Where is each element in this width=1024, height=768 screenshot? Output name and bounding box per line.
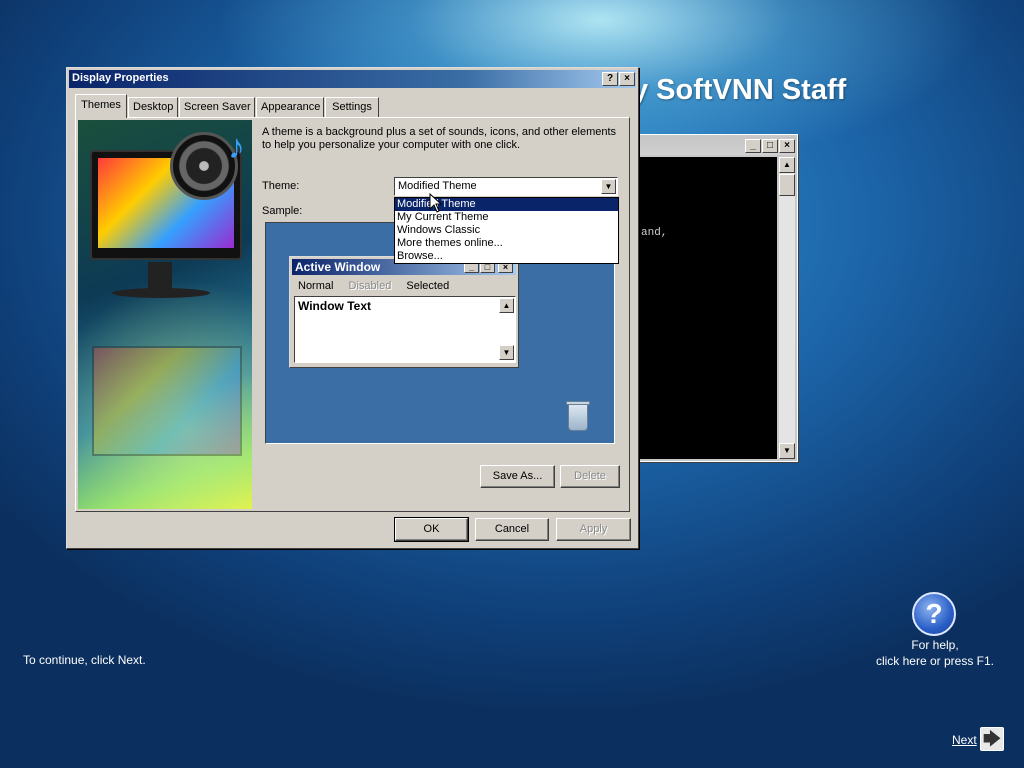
console-output-text: and, [641,227,668,239]
theme-description: A theme is a background plus a set of so… [262,126,617,151]
theme-label: Theme: [262,180,300,192]
chevron-down-icon[interactable]: ▼ [601,179,616,194]
theme-option-browse[interactable]: Browse... [395,250,618,263]
theme-dropdown-list[interactable]: Modified Theme My Current Theme Windows … [394,197,619,264]
close-button[interactable]: × [619,72,635,86]
scroll-up-button[interactable]: ▲ [779,157,795,173]
preview-menu-normal: Normal [298,280,334,292]
theme-option-classic[interactable]: Windows Classic [395,224,618,237]
help-button[interactable]: ? [602,72,618,86]
console-scrollbar[interactable]: ▲ ▼ [779,157,795,459]
scroll-down-button[interactable]: ▼ [779,443,795,459]
scroll-thumb[interactable] [779,174,795,196]
sample-label: Sample: [262,205,303,217]
preview-menu-selected: Selected [406,280,450,292]
theme-select[interactable]: Modified Theme ▼ [394,177,618,196]
help-text-line-1: For help, [911,638,959,652]
help-text-line-2: click here or press F1. [875,654,995,668]
preview-active-window: Active Window _ □ × Normal Disabled Sele… [289,256,519,368]
tab-themes[interactable]: Themes [75,94,127,118]
tab-appearance[interactable]: Appearance [256,97,324,117]
dialog-title: Display Properties [72,72,169,84]
console-close-button[interactable]: × [779,139,795,153]
arrow-right-icon[interactable]: 🡆 [980,727,1004,751]
tab-desktop[interactable]: Desktop [128,97,178,117]
delete-button[interactable]: Delete [560,465,620,488]
apply-button[interactable]: Apply [556,518,631,541]
setup-banner-title: y SoftVNN Staff [632,74,847,106]
cancel-button[interactable]: Cancel [475,518,549,541]
console-maximize-button[interactable]: □ [762,139,778,153]
preview-scroll-down-icon: ▼ [499,345,514,360]
theme-option-more-online[interactable]: More themes online... [395,237,618,250]
display-properties-dialog[interactable]: Display Properties ? × Themes Desktop Sc… [66,67,639,549]
themes-artwork-image: ♪ [78,120,252,509]
preview-menu-disabled: Disabled [348,280,392,292]
console-minimize-button[interactable]: _ [745,139,761,153]
preview-menu-bar: Normal Disabled Selected [298,280,461,292]
music-note-icon: ♪ [228,128,245,166]
preview-window-text-area: Window Text ▲ ▼ [294,296,516,363]
tab-screen-saver[interactable]: Screen Saver [179,97,255,117]
preview-window-title: Active Window [295,260,381,274]
themes-tab-panel: ♪ A theme is a background plus a set of … [75,117,630,512]
continue-instruction: To continue, click Next. [23,653,146,667]
recycle-bin-icon [566,401,590,431]
preview-scroll-up-icon: ▲ [499,298,514,313]
ok-button[interactable]: OK [394,517,469,542]
mouse-pointer-icon [429,193,443,213]
help-icon[interactable]: ? [912,592,956,636]
preview-window-text: Window Text [298,299,371,313]
next-link[interactable]: Next [952,733,977,747]
help-link[interactable]: For help, click here or press F1. [860,637,1010,669]
tab-settings[interactable]: Settings [325,97,379,117]
dialog-titlebar[interactable]: Display Properties ? × [69,70,636,88]
theme-select-value: Modified Theme [398,180,477,192]
save-as-button[interactable]: Save As... [480,465,555,488]
monitor-reflection [92,346,242,456]
